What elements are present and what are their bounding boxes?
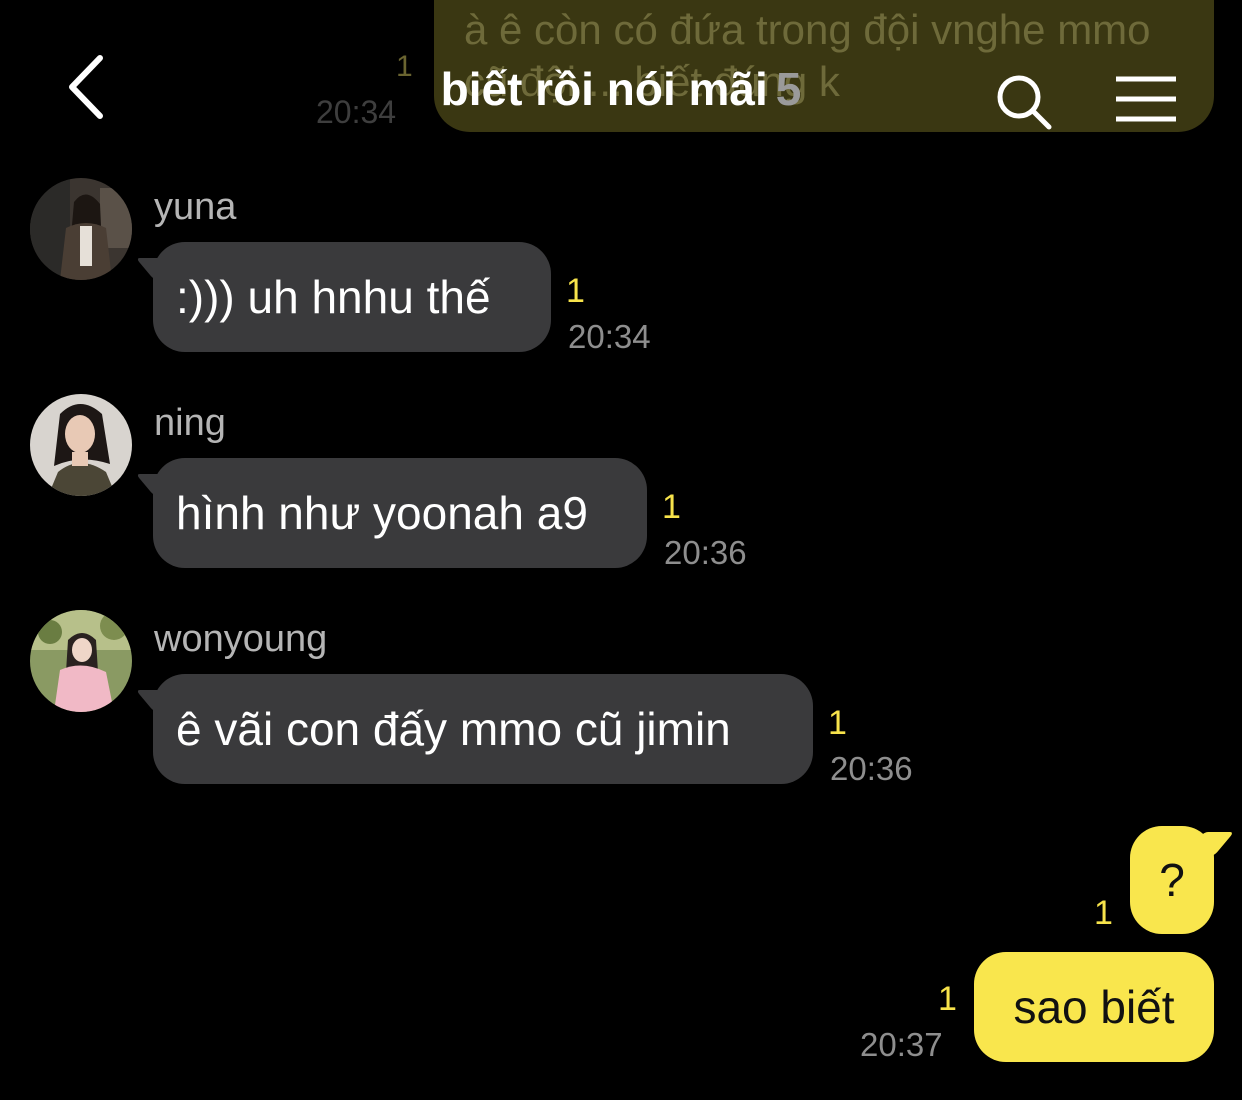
menu-button[interactable] [1114,74,1178,124]
sender-name: wonyoung [154,618,328,660]
message-time: 20:36 [830,750,913,787]
avatar-ning[interactable] [30,394,132,496]
member-count: 5 [775,63,802,115]
my-message-bubble[interactable]: sao biết [974,952,1214,1062]
message-text: ê vãi con đấy mmo cũ jimin [176,703,731,755]
message-text: hình như yoonah a9 [176,487,588,539]
chat-title: biết rồi nói mãi 5 [0,62,1242,116]
unread-count: 1 [828,704,847,742]
message-bubble[interactable]: ê vãi con đấy mmo cũ jimin [153,674,813,784]
chat-room-name: biết rồi nói mãi [440,63,768,115]
my-message-bubble[interactable]: ? [1130,826,1214,934]
message-time: 20:34 [568,318,651,355]
unread-count: 1 [662,488,681,526]
avatar-wonyoung[interactable] [30,610,132,712]
chat-header: biết rồi nói mãi 5 [0,0,1242,160]
message-bubble[interactable]: hình như yoonah a9 [153,458,647,568]
unread-count: 1 [566,272,585,310]
message-text: :))) uh hnhu thế [176,271,491,323]
sender-name: ning [154,402,226,444]
message-text: sao biết [1013,981,1175,1033]
message-bubble[interactable]: :))) uh hnhu thế [153,242,551,352]
search-icon [997,75,1052,130]
avatar-wonyoung-image [30,610,132,712]
message-time: 20:36 [664,534,747,571]
search-button[interactable] [994,72,1054,132]
unread-count: 1 [938,980,957,1018]
avatar-yuna-image [30,178,132,280]
message-text: ? [1159,854,1185,906]
avatar-ning-image [30,394,132,496]
sender-name: yuna [154,186,237,228]
message-time: 20:37 [860,1026,943,1063]
hamburger-menu-icon [1116,76,1176,122]
avatar-yuna[interactable] [30,178,132,280]
unread-count: 1 [1094,894,1113,932]
